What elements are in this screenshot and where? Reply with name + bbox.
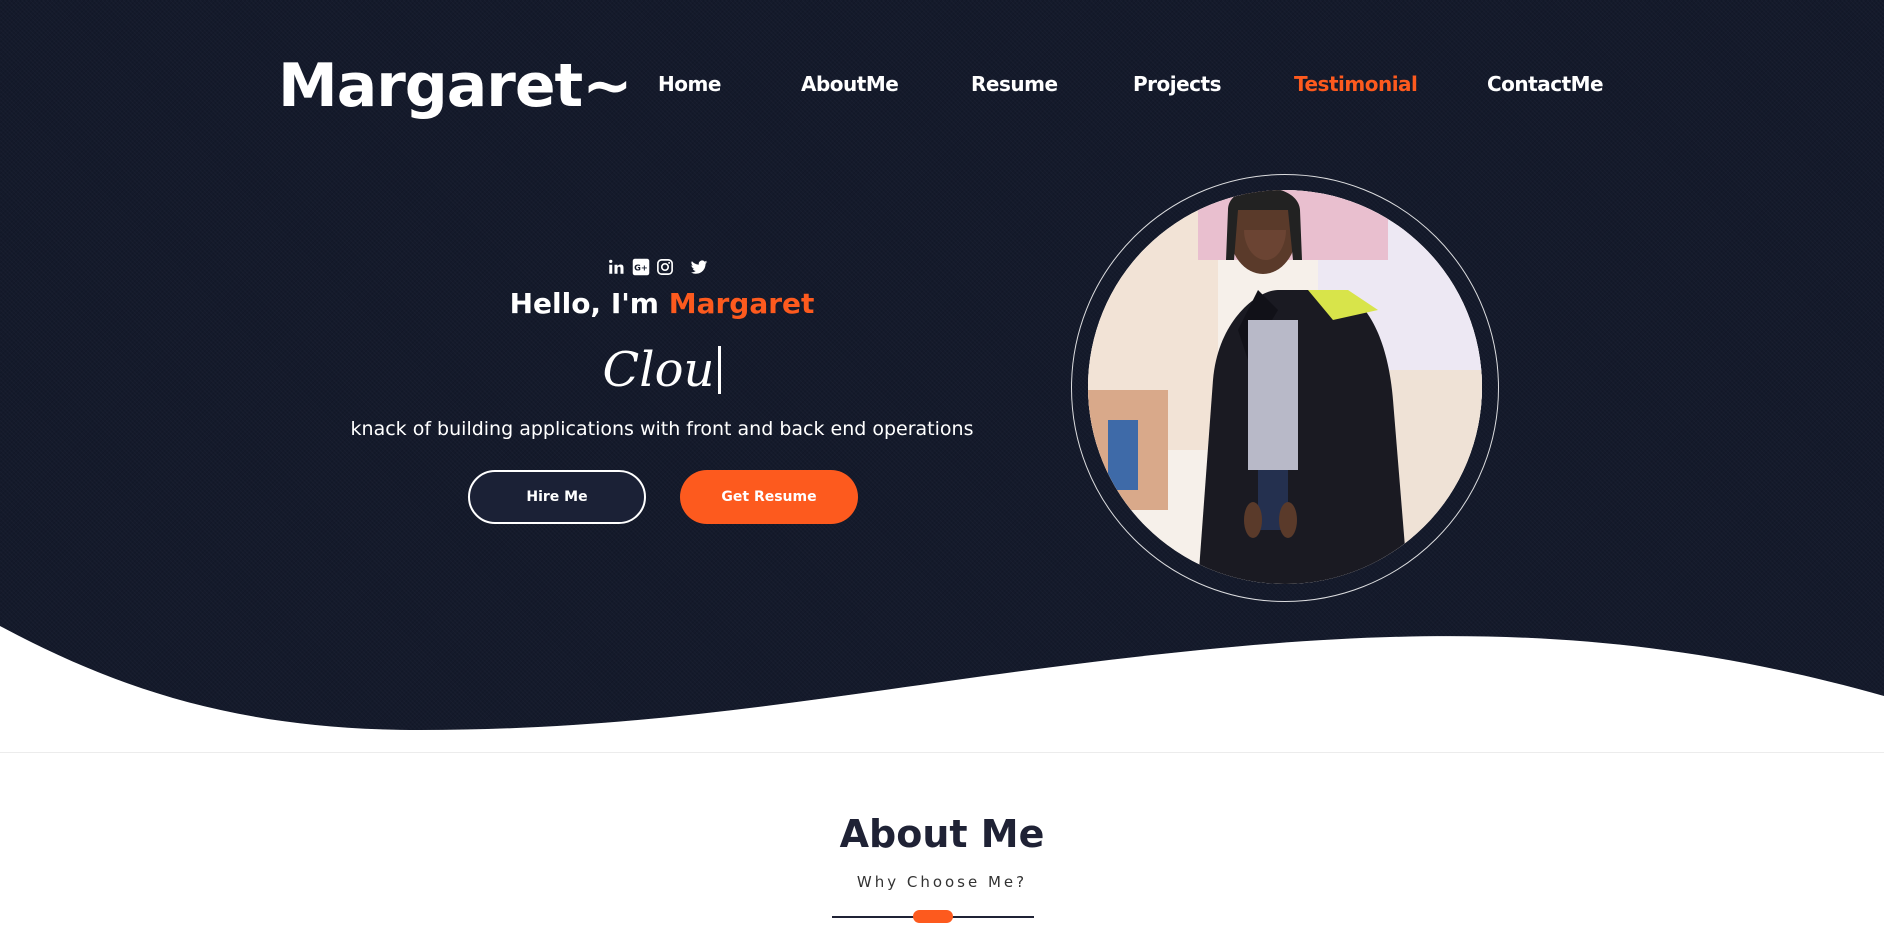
greeting-prefix: Hello, I'm <box>509 287 669 320</box>
title-underline-accent <box>913 910 953 923</box>
portrait-photo <box>1088 190 1482 584</box>
nav-contactme[interactable]: ContactMe <box>1487 72 1604 96</box>
hero-tagline: knack of building applications with fron… <box>350 418 974 440</box>
nav-resume[interactable]: Resume <box>971 72 1058 96</box>
typing-cursor <box>718 346 722 394</box>
hero-greeting: Hello, I'm Margaret <box>362 286 962 322</box>
get-resume-button[interactable]: Get Resume <box>680 470 858 524</box>
typed-text: Clou <box>602 342 715 398</box>
greeting-name: Margaret <box>668 287 815 320</box>
section-divider <box>0 752 1884 753</box>
nav-aboutme[interactable]: AboutMe <box>801 72 899 96</box>
typed-role-text: Clou <box>362 340 962 400</box>
about-title: About Me <box>839 812 1045 856</box>
nav-testimonial[interactable]: Testimonial <box>1294 72 1418 96</box>
hire-me-button[interactable]: Hire Me <box>468 470 646 524</box>
hero-wave-divider <box>0 626 1884 760</box>
linkedin-icon[interactable] <box>605 256 627 278</box>
site-logo[interactable]: Margaret~ <box>278 50 632 122</box>
nav-home[interactable]: Home <box>658 72 721 96</box>
nav-projects[interactable]: Projects <box>1133 72 1222 96</box>
about-subtitle: Why Choose Me? <box>856 873 1028 891</box>
portrait-illustration <box>1088 190 1482 584</box>
instagram-icon[interactable] <box>654 256 676 278</box>
google-plus-icon[interactable]: G+ <box>630 256 652 278</box>
twitter-icon[interactable] <box>688 256 710 278</box>
svg-text:G+: G+ <box>634 262 648 272</box>
